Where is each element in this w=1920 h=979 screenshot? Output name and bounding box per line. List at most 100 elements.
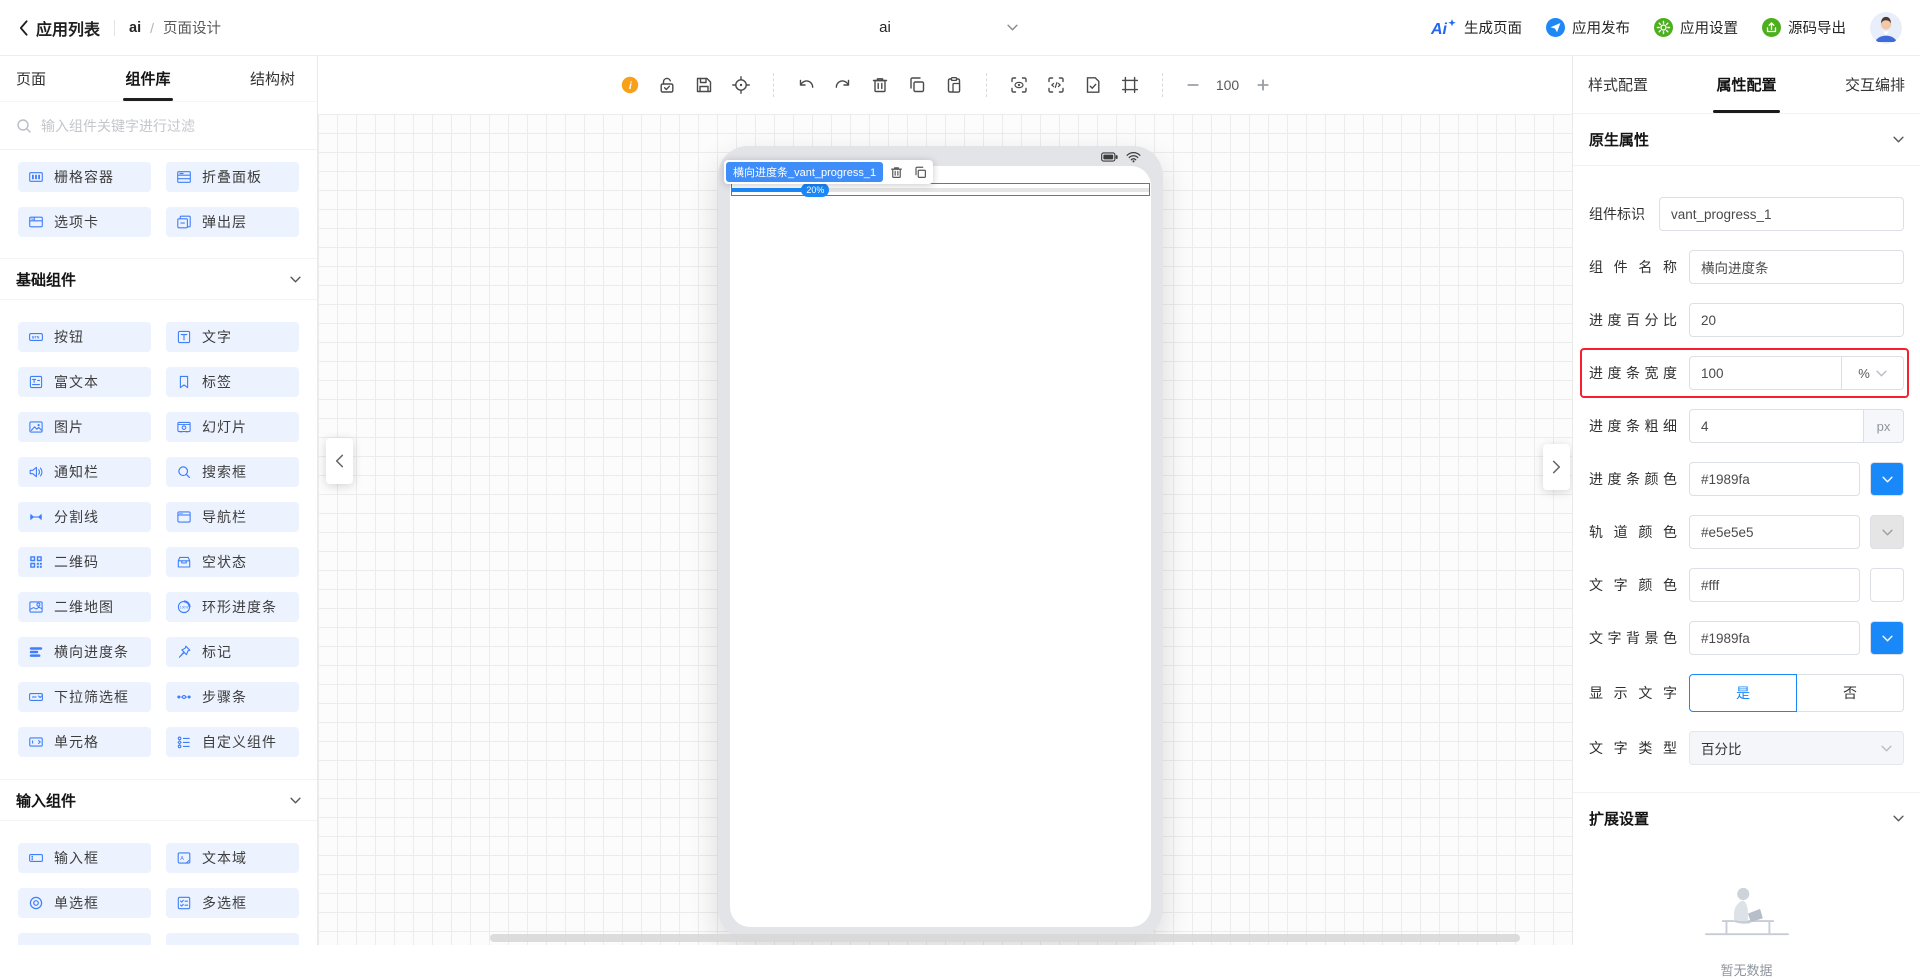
paste-icon[interactable] bbox=[944, 75, 964, 95]
component-item[interactable]: 标签 bbox=[166, 367, 299, 397]
component-item[interactable]: BTN按钮 bbox=[18, 322, 151, 352]
component-item[interactable]: 文字 bbox=[166, 322, 299, 352]
component-item[interactable]: 通知栏 bbox=[18, 457, 151, 487]
component-item[interactable]: 输入框 bbox=[18, 843, 151, 873]
sidebar-section-header[interactable]: 基础组件 bbox=[0, 258, 317, 300]
unit-select[interactable]: % bbox=[1841, 357, 1903, 389]
component-item[interactable]: 富文本 bbox=[18, 367, 151, 397]
component-item[interactable]: 横向进度条 bbox=[18, 637, 151, 667]
progress-component-selected[interactable]: 20% bbox=[731, 183, 1150, 196]
unit-label: % bbox=[1858, 366, 1870, 381]
component-item[interactable]: 幻灯片 bbox=[166, 412, 299, 442]
native-properties-section[interactable]: 原生属性 bbox=[1573, 114, 1920, 166]
component-item[interactable] bbox=[166, 933, 299, 945]
header-action-label: 应用发布 bbox=[1572, 17, 1630, 38]
component-item[interactable]: 标记 bbox=[166, 637, 299, 667]
color-swatch[interactable] bbox=[1870, 568, 1904, 602]
color-swatch[interactable] bbox=[1870, 515, 1904, 549]
field-input[interactable]: vant_progress_1 bbox=[1659, 197, 1904, 231]
preview-scan-icon[interactable] bbox=[1009, 75, 1029, 95]
sidebar-section-header[interactable]: 输入组件 bbox=[0, 779, 317, 821]
chevron-down-icon bbox=[290, 276, 301, 283]
field-input[interactable]: #fff bbox=[1689, 568, 1860, 602]
code-scan-icon[interactable] bbox=[1046, 75, 1066, 95]
lock-check-icon[interactable] bbox=[657, 75, 677, 95]
delete-component-icon[interactable] bbox=[889, 165, 904, 180]
tab-pages[interactable]: 页面 bbox=[16, 56, 46, 101]
component-item[interactable]: 折叠面板 bbox=[166, 162, 299, 192]
component-item[interactable]: 导航栏 bbox=[166, 502, 299, 532]
breadcrumb-app[interactable]: ai bbox=[129, 20, 141, 36]
field-control: 20 bbox=[1689, 303, 1904, 337]
field-input[interactable]: 20 bbox=[1689, 303, 1904, 337]
field-input[interactable]: #e5e5e5 bbox=[1689, 515, 1860, 549]
component-item[interactable]: 二维地图 bbox=[18, 592, 151, 622]
phone-screen[interactable]: 20% bbox=[730, 166, 1151, 927]
undo-icon[interactable] bbox=[796, 75, 816, 95]
component-item[interactable]: 下拉筛选框 bbox=[18, 682, 151, 712]
header-action-4[interactable]: 源码导出 bbox=[1762, 17, 1846, 38]
field-input[interactable]: #1989fa bbox=[1689, 621, 1860, 655]
info-icon[interactable]: i bbox=[620, 75, 640, 95]
component-item[interactable]: 二维码 bbox=[18, 547, 151, 577]
component-item[interactable]: A文本域 bbox=[166, 843, 299, 873]
header-action-2[interactable]: 应用发布 bbox=[1546, 17, 1630, 38]
component-item[interactable]: 多选框 bbox=[166, 888, 299, 918]
component-item[interactable]: 单元格 bbox=[18, 727, 151, 757]
field-input[interactable]: 100% bbox=[1689, 356, 1904, 390]
copy-icon[interactable] bbox=[907, 75, 927, 95]
avatar[interactable] bbox=[1870, 12, 1902, 44]
back-chevron-icon bbox=[18, 19, 29, 37]
component-item[interactable] bbox=[18, 933, 151, 945]
component-item[interactable]: Tab选项卡 bbox=[18, 207, 151, 237]
header-action-3[interactable]: 应用设置 bbox=[1654, 17, 1738, 38]
segmented-option[interactable]: 否 bbox=[1796, 674, 1904, 712]
component-item[interactable]: 步骤条 bbox=[166, 682, 299, 712]
steps-icon bbox=[176, 689, 192, 705]
frame-icon[interactable] bbox=[1120, 75, 1140, 95]
component-item[interactable]: 单选框 bbox=[18, 888, 151, 918]
selected-component-name[interactable]: 横向进度条_vant_progress_1 bbox=[726, 162, 883, 182]
page-select-dropdown[interactable]: ai bbox=[763, 0, 1018, 56]
collapse-left-handle[interactable] bbox=[326, 438, 353, 484]
field-input[interactable]: 横向进度条 bbox=[1689, 250, 1904, 284]
field-select[interactable]: 百分比 bbox=[1689, 731, 1904, 765]
property-row: 轨道颜色#e5e5e5 bbox=[1589, 515, 1904, 549]
tab-component-library[interactable]: 组件库 bbox=[125, 56, 170, 101]
navbar-icon bbox=[176, 509, 192, 525]
tab-structure-tree[interactable]: 结构树 bbox=[250, 56, 295, 101]
copy-component-icon[interactable] bbox=[913, 165, 928, 180]
search-icon bbox=[16, 118, 32, 134]
component-item[interactable]: 图片 bbox=[18, 412, 151, 442]
back-button[interactable]: 应用列表 bbox=[18, 16, 100, 40]
component-item[interactable]: 分割线 bbox=[18, 502, 151, 532]
color-swatch[interactable] bbox=[1870, 621, 1904, 655]
header-action-1[interactable]: Ai生成页面 bbox=[1431, 17, 1522, 38]
component-item[interactable]: 搜索框 bbox=[166, 457, 299, 487]
component-item[interactable]: 栅格容器 bbox=[18, 162, 151, 192]
trash-icon[interactable] bbox=[870, 75, 890, 95]
segmented-option[interactable]: 是 bbox=[1689, 674, 1797, 712]
collapse-right-handle[interactable] bbox=[1543, 444, 1570, 490]
field-input[interactable]: #1989fa bbox=[1689, 462, 1860, 496]
color-swatch[interactable] bbox=[1870, 462, 1904, 496]
doc-check-icon[interactable] bbox=[1083, 75, 1103, 95]
extension-settings-section[interactable]: 扩展设置 bbox=[1573, 792, 1920, 844]
horizontal-scrollbar[interactable] bbox=[490, 934, 1520, 942]
component-item[interactable]: 自定义组件 bbox=[166, 727, 299, 757]
tab-style-config[interactable]: 样式配置 bbox=[1585, 56, 1651, 113]
tab-property-config[interactable]: 属性配置 bbox=[1713, 56, 1779, 113]
component-item[interactable]: 弹出层 bbox=[166, 207, 299, 237]
component-item[interactable]: 空状态 bbox=[166, 547, 299, 577]
locate-icon[interactable] bbox=[731, 75, 751, 95]
component-search-input[interactable] bbox=[41, 118, 301, 134]
save-icon[interactable] bbox=[694, 75, 714, 95]
component-item[interactable]: 100%环形进度条 bbox=[166, 592, 299, 622]
battery-icon bbox=[1101, 152, 1118, 162]
zoom-in-button[interactable] bbox=[1255, 77, 1271, 93]
tab-interaction-config[interactable]: 交互编排 bbox=[1842, 56, 1908, 113]
redo-icon[interactable] bbox=[833, 75, 853, 95]
zoom-out-button[interactable] bbox=[1185, 77, 1201, 93]
field-input[interactable]: 4 bbox=[1689, 409, 1864, 443]
canvas-grid[interactable]: 横向进度条_vant_progress_1 20% bbox=[318, 114, 1572, 945]
